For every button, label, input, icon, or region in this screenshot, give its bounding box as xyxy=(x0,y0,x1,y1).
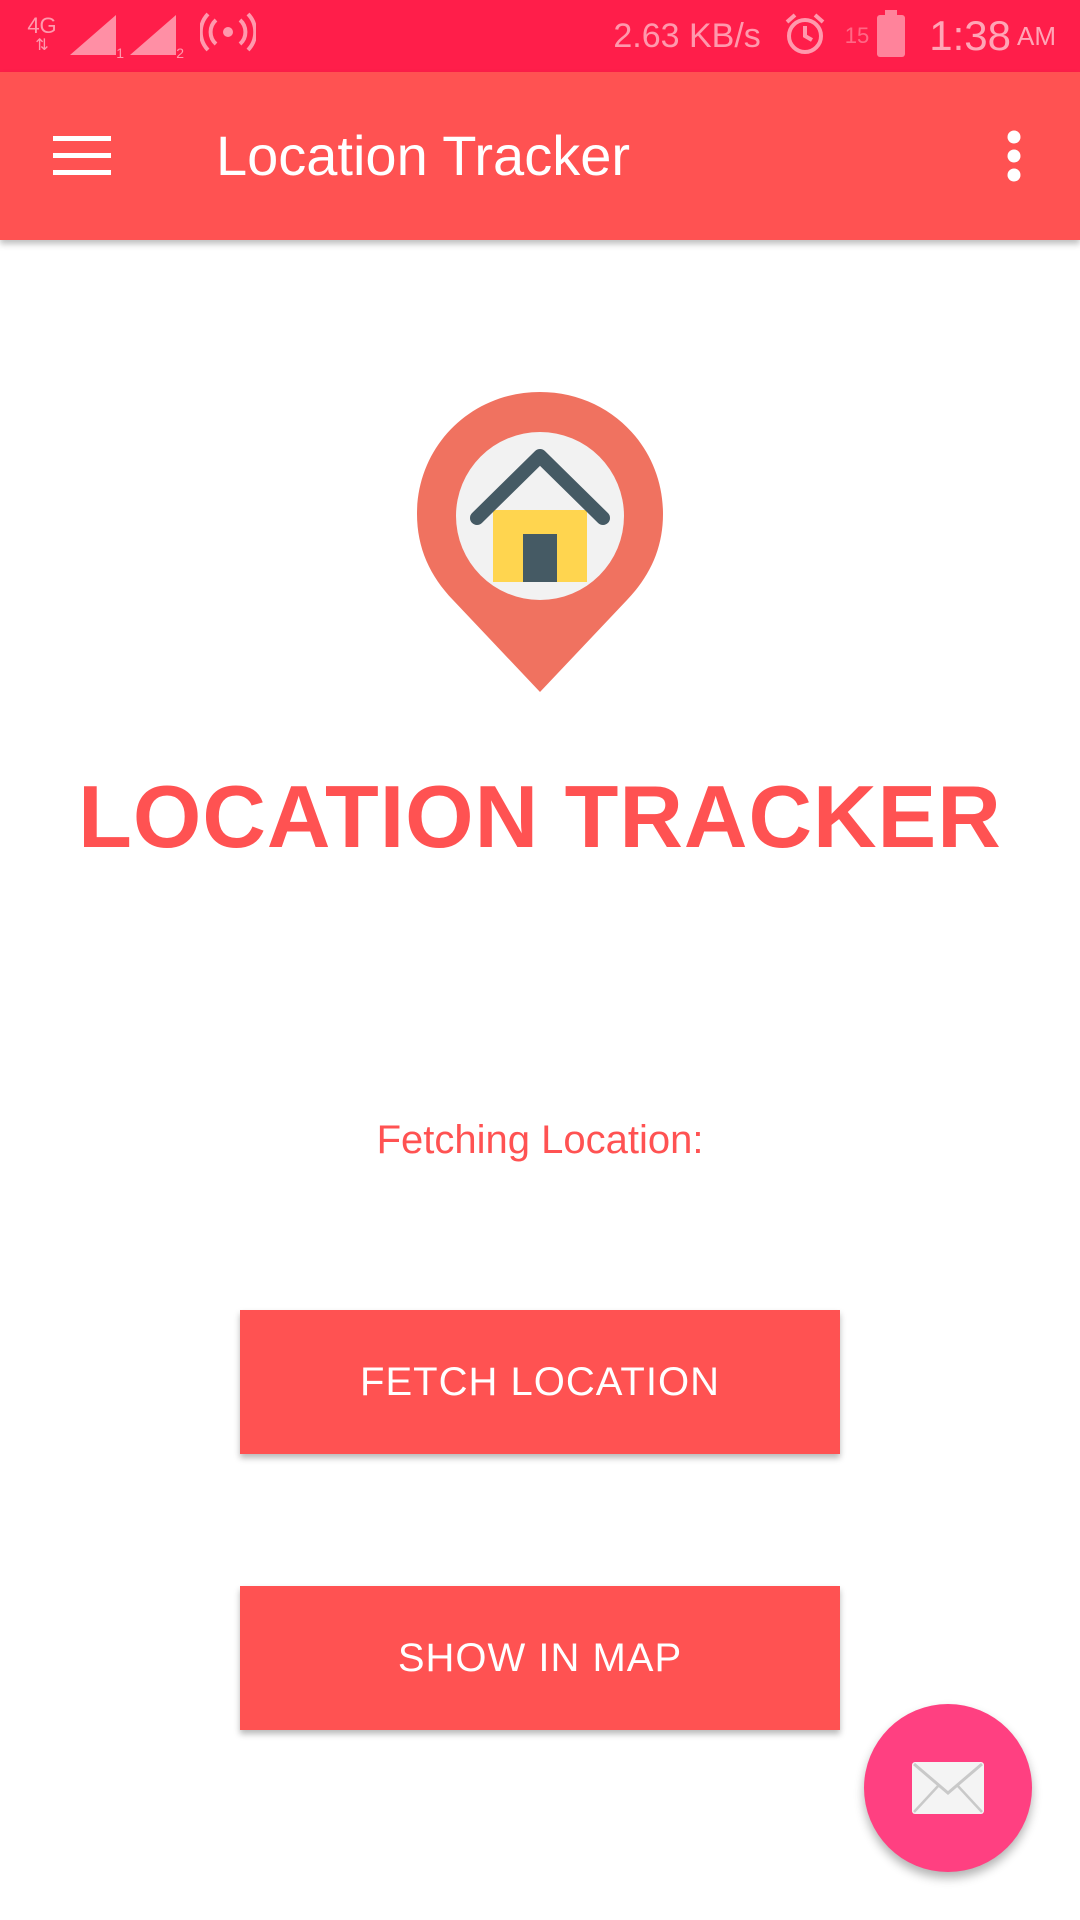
fetch-location-button[interactable]: FETCH LOCATION xyxy=(240,1310,840,1454)
menu-button[interactable] xyxy=(40,114,124,198)
sim2-label: 2 xyxy=(176,45,184,61)
alarm-icon xyxy=(783,12,827,61)
app-toolbar: Location Tracker xyxy=(0,72,1080,240)
mail-icon xyxy=(912,1762,984,1814)
battery-icon xyxy=(877,10,906,57)
signal-icon: 2 xyxy=(130,15,184,61)
network-type-label: 4G xyxy=(27,13,57,38)
battery-percent: 15 xyxy=(844,23,870,48)
hamburger-menu-icon xyxy=(53,136,111,175)
data-arrows-icon: ⇅ xyxy=(35,37,49,54)
toolbar-title: Location Tracker xyxy=(216,124,630,187)
network-type: 4G ⇅ xyxy=(24,13,60,56)
app-heading: LOCATION TRACKER xyxy=(78,767,1002,866)
location-pin-home-icon xyxy=(413,390,667,694)
signal-icon: 1 xyxy=(70,15,124,61)
clock-ampm: AM xyxy=(1017,20,1056,51)
mail-fab-button[interactable] xyxy=(864,1704,1032,1872)
more-vertical-icon xyxy=(1007,130,1021,182)
clock-time: 1:38 xyxy=(929,12,1011,59)
location-status-label: Fetching Location: xyxy=(376,1118,704,1162)
overflow-menu-button[interactable] xyxy=(972,114,1056,198)
show-in-map-button[interactable]: SHOW IN MAP xyxy=(240,1586,840,1730)
status-bar: 4G ⇅ 1 2 2.63 KB/s 15 1:38 AM xyxy=(0,0,1080,72)
status-bar-right: 2.63 KB/s 15 1:38 AM xyxy=(613,10,1056,61)
status-bar-left: 4G ⇅ 1 2 xyxy=(24,12,258,61)
sim1-label: 1 xyxy=(116,45,124,61)
hotspot-icon xyxy=(198,12,258,60)
network-speed: 2.63 KB/s xyxy=(613,16,761,55)
